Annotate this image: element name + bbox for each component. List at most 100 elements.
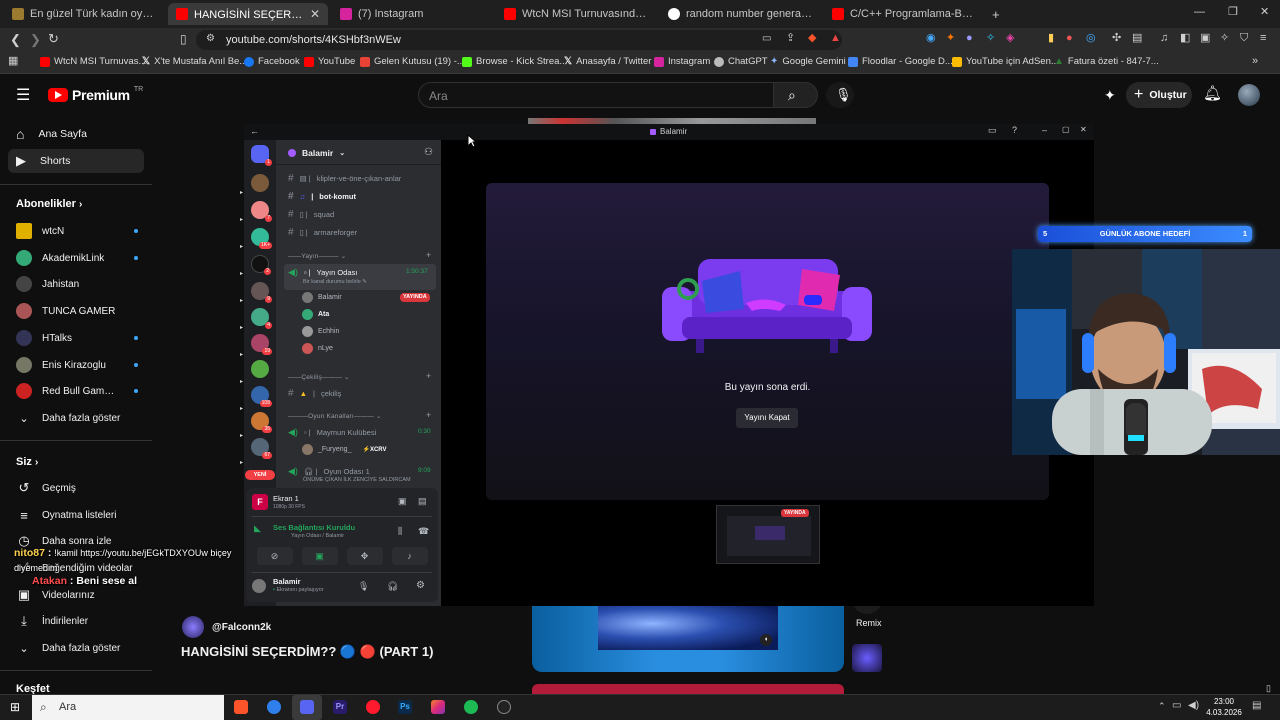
you-heading[interactable]: Siz › bbox=[16, 456, 38, 468]
stop-share-icon[interactable]: ▤ bbox=[418, 497, 427, 506]
subscription-item[interactable]: HTalks bbox=[8, 327, 144, 349]
bookmark-item[interactable]: 𝕏 Anasayfa / Twitter bbox=[564, 56, 651, 67]
show-more-button[interactable]: ⌄ Daha fazla göster bbox=[8, 407, 144, 429]
subscription-item[interactable]: wtcN bbox=[8, 220, 144, 242]
tab[interactable]: C/C++ Programlama-Bölüm2-Selam bbox=[824, 3, 984, 25]
extension-icon[interactable]: ◎ bbox=[1086, 33, 1096, 44]
apps-icon[interactable]: ▦ bbox=[8, 56, 18, 67]
category-header[interactable]: ———Oyun Kanalları——— ⌄ bbox=[288, 412, 382, 420]
screen-settings-icon[interactable]: ▣ bbox=[398, 497, 407, 506]
text-channel[interactable]: # ▯ | armareforger bbox=[288, 227, 357, 238]
sidebar-item-history[interactable]: ↺ Geçmiş bbox=[8, 477, 144, 499]
reading-list-icon[interactable]: ▤ bbox=[1132, 33, 1142, 44]
server-icon[interactable]: 7 bbox=[251, 201, 272, 222]
subscription-item[interactable]: Enis Kirazoglu bbox=[8, 354, 144, 376]
bookmark-item[interactable]: WtcN MSI Turnuvas... bbox=[40, 56, 146, 67]
bookmark-item[interactable]: YouTube bbox=[304, 56, 355, 67]
media-icon[interactable]: ♫ bbox=[1160, 33, 1168, 44]
back-arrow-icon[interactable]: ← bbox=[250, 127, 259, 136]
voice-user[interactable]: _Furyeng_ ⚡XCRV bbox=[302, 444, 387, 455]
maximize-icon[interactable]: ❐ bbox=[1228, 7, 1238, 18]
close-window-icon[interactable]: ✕ bbox=[1260, 7, 1269, 18]
menu-icon[interactable]: ≡ bbox=[1260, 33, 1266, 44]
cast-icon[interactable]: ▭ bbox=[762, 34, 771, 44]
extension-icon[interactable]: ● bbox=[966, 33, 973, 44]
help-icon[interactable]: ? bbox=[1012, 126, 1017, 135]
short-video-player[interactable]: ◖ bbox=[532, 606, 844, 672]
voice-user[interactable]: Echhin bbox=[302, 326, 339, 337]
maximize-icon[interactable]: ▢ bbox=[1062, 126, 1070, 134]
windows-start-icon[interactable]: ⊞ bbox=[10, 701, 20, 713]
share-icon[interactable]: ⇪ bbox=[786, 33, 795, 44]
add-channel-icon[interactable]: + bbox=[426, 251, 431, 260]
voice-user[interactable]: Ata bbox=[302, 309, 329, 320]
tray-chevron-icon[interactable]: ⌃ bbox=[1158, 702, 1166, 711]
server-icon[interactable]: 35 bbox=[251, 412, 272, 433]
bookmark-item[interactable]: Instagram bbox=[654, 56, 710, 67]
bookmark-item[interactable]: 𝕏 X'te Mustafa Anıl Be... bbox=[142, 56, 247, 67]
inbox-icon[interactable]: ▭ bbox=[988, 126, 997, 135]
instagram-icon[interactable] bbox=[431, 700, 445, 714]
new-tab-button[interactable]: + bbox=[992, 8, 1000, 21]
voice-user[interactable]: nLye bbox=[302, 343, 333, 354]
extension-icon[interactable]: ✧ bbox=[986, 33, 995, 44]
screen-share-button[interactable]: ▣ bbox=[301, 547, 338, 565]
bookmark-item[interactable]: YouTube için AdSen... bbox=[952, 56, 1059, 67]
text-channel[interactable]: # ♫ | bot-komut bbox=[288, 191, 356, 202]
volume-icon[interactable]: ◀) bbox=[1188, 701, 1199, 711]
close-tab-icon[interactable]: ✕ bbox=[310, 7, 320, 21]
sound-thumbnail[interactable] bbox=[852, 644, 882, 672]
search-input[interactable]: Ara bbox=[418, 82, 774, 108]
server-icon[interactable]: 67 bbox=[251, 438, 272, 459]
extensions-puzzle-icon[interactable]: ✣ bbox=[1112, 33, 1121, 44]
subscription-item[interactable]: AkademikLink bbox=[8, 247, 144, 269]
subscription-item[interactable]: Red Bull Gamers... bbox=[8, 380, 144, 402]
ai-icon[interactable]: ✧ bbox=[1220, 33, 1229, 44]
voice-channel[interactable]: ◀) ▫ | Yayın Odası bbox=[288, 267, 357, 278]
tab[interactable]: (7) Instagram bbox=[332, 3, 492, 25]
discord-home-icon[interactable]: 1 bbox=[251, 145, 272, 166]
subscriptions-heading[interactable]: Abonelikler › bbox=[16, 198, 82, 210]
subscription-item[interactable]: TUNCA GAMER bbox=[8, 300, 144, 322]
category-header[interactable]: ——Yayın——— ⌄ bbox=[288, 252, 346, 260]
photoshop-icon[interactable]: Ps bbox=[398, 700, 412, 714]
bookmark-item[interactable]: Facebook bbox=[244, 56, 300, 67]
extension-icon[interactable]: ◈ bbox=[1006, 33, 1014, 44]
premiere-icon[interactable]: Pr bbox=[333, 700, 347, 714]
server-icon[interactable]: 19 bbox=[251, 334, 272, 355]
back-icon[interactable]: ❮ bbox=[10, 33, 21, 46]
extension-icon[interactable]: ◉ bbox=[926, 33, 936, 44]
user-avatar[interactable] bbox=[252, 579, 266, 593]
channel-info[interactable]: @Falconn2k bbox=[182, 616, 271, 638]
network-icon[interactable]: ▭ bbox=[1172, 701, 1181, 711]
camera-off-icon[interactable]: ⊘ bbox=[256, 547, 293, 565]
tab[interactable]: WtcN MSI Turnuvasında Mithrain i V bbox=[496, 3, 656, 25]
microphone-icon[interactable]: 🎙︎ bbox=[358, 582, 369, 591]
voice-channel[interactable]: ◀) ▫ | Maymun Kulübesi bbox=[288, 427, 376, 438]
add-channel-icon[interactable]: + bbox=[426, 411, 431, 420]
tab-active[interactable]: HANGİSİNİ SEÇERDİM?? 🔵 🔴 ✕ bbox=[168, 3, 328, 25]
bookmark-item[interactable]: Floodlar - Google D... bbox=[848, 56, 953, 67]
minimize-icon[interactable]: — bbox=[1194, 7, 1205, 18]
soundboard-icon[interactable]: ♪ bbox=[391, 547, 428, 565]
bookmark-icon[interactable]: ▯ bbox=[180, 33, 187, 45]
hamburger-menu-icon[interactable]: ☰ bbox=[16, 88, 30, 104]
server-icon[interactable]: 108 bbox=[251, 386, 272, 407]
wallet-icon[interactable]: ▣ bbox=[1200, 33, 1210, 44]
extension-icon[interactable]: ✦ bbox=[946, 33, 955, 44]
voice-search-button[interactable]: 🎙︎ bbox=[826, 82, 854, 108]
account-avatar[interactable] bbox=[1238, 84, 1260, 106]
sidebar-icon[interactable]: ◧ bbox=[1180, 33, 1190, 44]
category-header[interactable]: ——Çekiliş——— ⌄ bbox=[288, 373, 350, 381]
server-icon[interactable] bbox=[251, 174, 269, 192]
forward-icon[interactable]: ❯ bbox=[30, 33, 41, 46]
server-icon[interactable] bbox=[251, 360, 269, 378]
sidebar-item-shorts[interactable]: ▶ Shorts bbox=[8, 149, 144, 173]
notification-center-icon[interactable]: ▤ bbox=[1252, 701, 1261, 711]
reload-icon[interactable]: ↻ bbox=[48, 32, 59, 45]
site-info-icon[interactable]: ⚙ bbox=[206, 34, 215, 44]
text-channel[interactable]: # ▤ | klipler-ve-öne-çıkan-anlar bbox=[288, 173, 401, 184]
more-bookmarks-icon[interactable]: » bbox=[1252, 56, 1258, 67]
sidebar-item-playlists[interactable]: ≡ Oynatma listeleri bbox=[8, 504, 144, 526]
sidebar-item-downloads[interactable]: ⤓ İndirilenler bbox=[8, 610, 144, 632]
